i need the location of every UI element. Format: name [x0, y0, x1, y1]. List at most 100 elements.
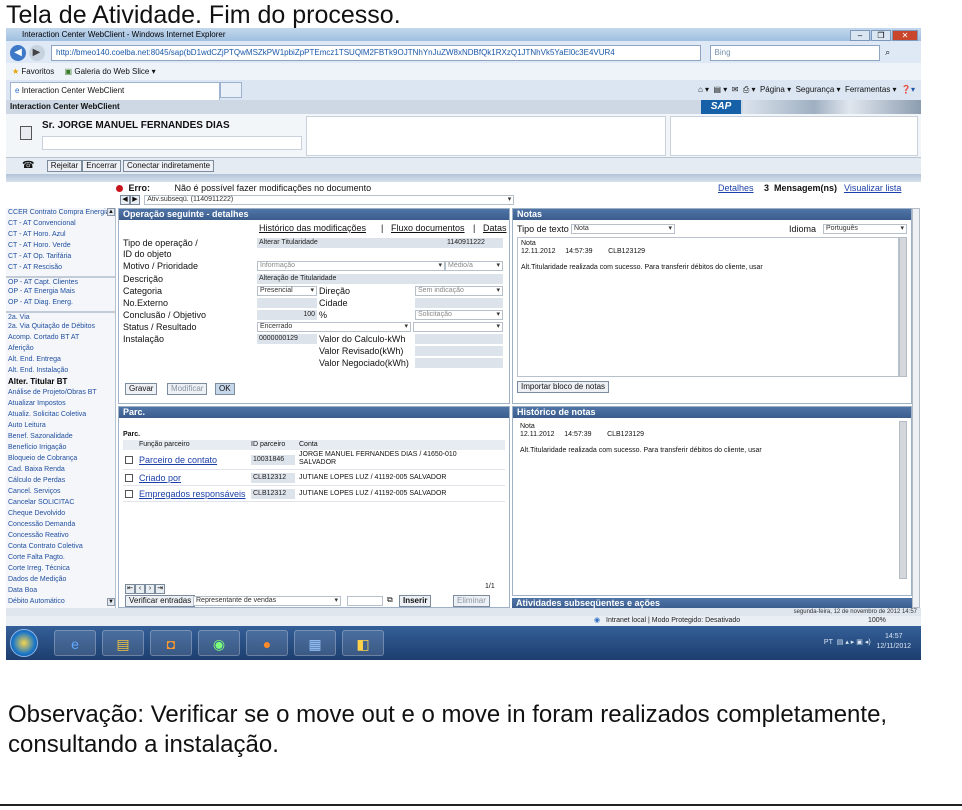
sidebar-item[interactable]: Conta Contrato Coletiva: [6, 542, 115, 553]
sidebar-item[interactable]: Débito Automático: [6, 597, 115, 608]
sidebar-item[interactable]: CT - AT Horo. Verde: [6, 241, 115, 252]
sidebar-item[interactable]: OP - AT Capt. Clientes: [6, 276, 115, 287]
sidebar-item[interactable]: Benef. Sazonalidade: [6, 432, 115, 443]
partner-function-link[interactable]: Parceiro de contato: [139, 455, 217, 465]
contact-icon[interactable]: [20, 126, 32, 140]
print-icon[interactable]: ⎙ ▾: [743, 85, 756, 94]
security-menu[interactable]: Segurança ▾: [796, 85, 841, 94]
sidebar-item[interactable]: Cancelar SOLICITAC: [6, 498, 115, 509]
text-type-select[interactable]: Nota: [571, 224, 675, 234]
browser-tab[interactable]: e Interaction Center WebClient: [10, 82, 220, 100]
outlook-taskbar-icon[interactable]: ◘: [150, 630, 192, 656]
sidebar-item[interactable]: CT - AT Convencional: [6, 219, 115, 230]
firefox-taskbar-icon[interactable]: ●: [246, 630, 288, 656]
verify-entries-button[interactable]: Verificar entradas: [125, 595, 196, 607]
sidebar-item[interactable]: Auto Leitura: [6, 421, 115, 432]
partner-function-link[interactable]: Empregados responsáveis: [139, 489, 246, 499]
view-list-link[interactable]: Visualizar lista: [844, 182, 901, 194]
close-button[interactable]: ✕: [892, 30, 918, 41]
sidebar-scroll-down[interactable]: ▼: [107, 598, 115, 606]
connect-indirect-button[interactable]: Conectar indiretamente: [122, 159, 215, 172]
sidebar-item[interactable]: 2a. Via Quitação de Débitos: [6, 322, 115, 333]
sidebar-item[interactable]: Data Boa: [6, 586, 115, 597]
next-page-button[interactable]: ›: [145, 583, 155, 594]
next-page-button[interactable]: ▶: [130, 194, 140, 205]
save-button[interactable]: Gravar: [125, 383, 158, 395]
sidebar-item[interactable]: Concessão Demanda: [6, 520, 115, 531]
insert-button[interactable]: Inserir: [399, 595, 432, 607]
sidebar-item[interactable]: Alt. End. Instalação: [6, 366, 115, 377]
tray-clock[interactable]: 14:57 12/11/2012: [876, 632, 911, 652]
sidebar-item[interactable]: Atualiz. Solicitac Coletiva: [6, 410, 115, 421]
sidebar-item[interactable]: Alt. End. Entrega: [6, 355, 115, 366]
sidebar-item[interactable]: OP - AT Energia Mais: [6, 287, 115, 298]
sidebar-item[interactable]: Atualizar Impostos: [6, 399, 115, 410]
result-select[interactable]: [413, 322, 503, 332]
sidebar-item[interactable]: Corte Falta Pagto.: [6, 553, 115, 564]
last-page-button[interactable]: ⇥: [155, 583, 165, 594]
sidebar-item[interactable]: Cálculo de Perdas: [6, 476, 115, 487]
category-select[interactable]: Presencial: [257, 286, 317, 296]
new-tab-button[interactable]: [220, 82, 242, 98]
sidebar-item[interactable]: Cheque Devolvido: [6, 509, 115, 520]
partner-number-input[interactable]: [347, 596, 383, 606]
page-menu[interactable]: Página ▾: [760, 85, 791, 94]
tools-menu[interactable]: Ferramentas ▾: [845, 85, 897, 94]
reason-select[interactable]: Informação: [257, 261, 445, 271]
history-scrollbar[interactable]: [899, 421, 907, 579]
tray-language[interactable]: PT: [824, 639, 833, 646]
history-link[interactable]: Histórico das modificações: [259, 223, 366, 233]
sidebar-item[interactable]: Cad. Baixa Renda: [6, 465, 115, 476]
direction-select[interactable]: Sem indicação: [415, 286, 503, 296]
sidebar-item[interactable]: CT - AT Op. Tarifária: [6, 252, 115, 263]
partner-type-select[interactable]: Representante de vendas: [193, 596, 341, 606]
help-icon[interactable]: ❓▾: [901, 85, 915, 94]
app-taskbar-icon[interactable]: ◧: [342, 630, 384, 656]
address-bar[interactable]: http://bmeo140.coelba.net:8045/sap(bD1wd…: [51, 44, 702, 61]
details-link[interactable]: Detalhes: [718, 182, 754, 194]
sidebar-item[interactable]: Bloqueio de Cobrança: [6, 454, 115, 465]
note-editor[interactable]: Nota 12.11.2012 14:57:39 CLB123129 Alt.T…: [517, 237, 899, 377]
minimize-button[interactable]: –: [850, 30, 870, 41]
first-page-button[interactable]: ⇤: [125, 583, 135, 594]
sidebar-item[interactable]: Dados de Medição: [6, 575, 115, 586]
eye-taskbar-icon[interactable]: ◉: [198, 630, 240, 656]
sidebar-item[interactable]: Concessão Reativo: [6, 531, 115, 542]
main-scrollbar[interactable]: [912, 208, 920, 608]
sidebar-scroll-up[interactable]: ▲: [107, 208, 115, 216]
sidebar-item[interactable]: OP - AT Diag. Energ.: [6, 298, 115, 309]
restore-button[interactable]: ❐: [871, 30, 891, 41]
import-notepad-button[interactable]: Importar bloco de notas: [517, 381, 610, 393]
sidebar-item[interactable]: Corte Irreg. Técnica: [6, 564, 115, 575]
screen-taskbar-icon[interactable]: ▦: [294, 630, 336, 656]
row-checkbox[interactable]: [125, 474, 133, 482]
note-editor-scrollbar[interactable]: [899, 237, 907, 377]
prev-page-button[interactable]: ‹: [135, 583, 145, 594]
reject-button[interactable]: Rejeitar: [46, 159, 83, 172]
modify-button[interactable]: Modificar: [167, 383, 208, 395]
ie-taskbar-icon[interactable]: e: [54, 630, 96, 656]
ok-button[interactable]: OK: [215, 383, 235, 395]
objective-select[interactable]: Solicitação: [415, 310, 503, 320]
phone-icon[interactable]: ☎: [22, 160, 34, 171]
sidebar-item[interactable]: CT - AT Horo. Azul: [6, 230, 115, 241]
activity-select[interactable]: Ativ.subseqü. (1140911222): [144, 194, 515, 205]
webslice-gallery[interactable]: Galeria do Web Slice ▾: [74, 67, 155, 76]
sidebar-item[interactable]: Acomp. Cortado BT AT: [6, 333, 115, 344]
partner-function-link[interactable]: Criado por: [139, 473, 181, 483]
sidebar-item[interactable]: CT - AT Rescisão: [6, 263, 115, 274]
priority-select[interactable]: Médio/a: [445, 261, 503, 271]
favorites-button[interactable]: Favoritos: [21, 67, 54, 76]
feeds-icon[interactable]: ▤ ▾: [713, 85, 727, 94]
sidebar-item[interactable]: Análise de Projeto/Obras BT: [6, 388, 115, 399]
copy-icon[interactable]: ⧉: [387, 595, 393, 605]
zoom-level[interactable]: 100%: [868, 616, 886, 626]
sidebar-item[interactable]: Aferição: [6, 344, 115, 355]
language-select[interactable]: Português: [823, 224, 907, 234]
sidebar-item[interactable]: 2a. Via: [6, 311, 115, 322]
dates-link[interactable]: Datas: [483, 223, 507, 233]
sidebar-item[interactable]: CCER Contrato Compra Energia: [6, 208, 115, 219]
mail-icon[interactable]: ✉: [732, 85, 739, 94]
search-icon[interactable]: ⌕: [885, 47, 890, 57]
prev-page-button[interactable]: ◀: [120, 194, 130, 205]
